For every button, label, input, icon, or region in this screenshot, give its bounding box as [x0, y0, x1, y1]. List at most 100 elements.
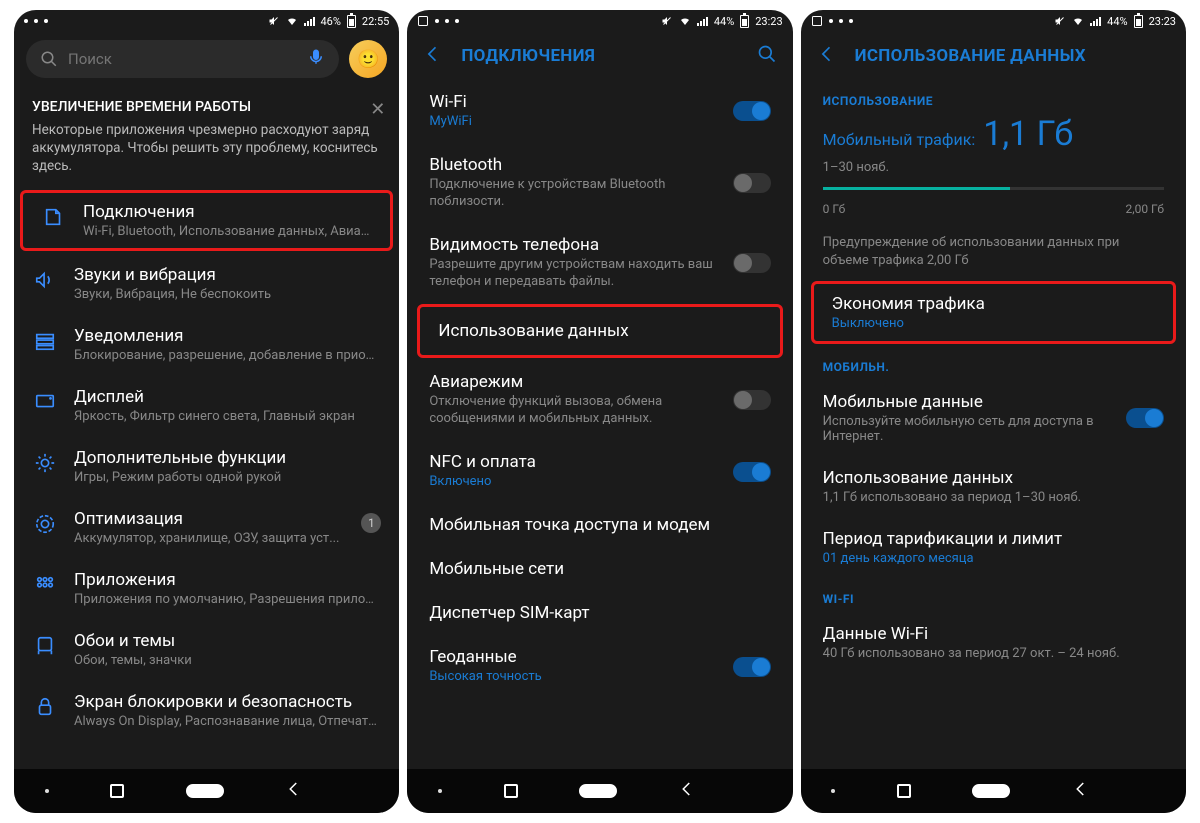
connection-row-9[interactable]: ГеоданныеВысокая точность [407, 635, 792, 698]
row-title: Оптимизация [74, 509, 345, 529]
row-subtitle: MyWiFi [429, 114, 718, 131]
row-title: Приложения [74, 570, 381, 590]
avatar[interactable]: 🙂 [349, 40, 387, 78]
settings-row-2[interactable]: УведомленияБлокирование, разрешение, доб… [14, 314, 399, 375]
row-icon [32, 267, 58, 293]
status-bar: 44% 23:23 [407, 10, 792, 32]
battery-icon [740, 15, 749, 28]
back-arrow[interactable] [423, 44, 443, 68]
back-arrow[interactable] [817, 44, 837, 68]
header: ИСПОЛЬЗОВАНИЕ ДАННЫХ [801, 32, 1186, 80]
usage-bar [801, 183, 1186, 194]
connection-row-3[interactable]: Использование данных [417, 304, 782, 358]
usage-period: 1–30 нояб. [801, 154, 1186, 183]
connections-list: Wi-FiMyWiFiBluetoothПодключение к устрой… [407, 80, 792, 769]
bar-labels: 0 Гб 2,00 Гб [801, 194, 1186, 224]
status-bar: 46% 22:55 [14, 10, 399, 32]
back-button[interactable] [285, 780, 303, 802]
connection-row-5[interactable]: NFC и оплатаВключено [407, 440, 792, 503]
toggle[interactable] [733, 462, 771, 482]
connection-row-2[interactable]: Видимость телефонаРазрешите другим устро… [407, 223, 792, 303]
row-title: Bluetooth [429, 155, 718, 175]
home-button[interactable] [972, 784, 1010, 798]
mobile-usage[interactable]: Мобильный трафик: 1,1 Гб [801, 114, 1186, 154]
row-title: Авиарежим [429, 372, 718, 392]
close-icon[interactable]: ✕ [370, 98, 385, 122]
system-nav [407, 769, 792, 813]
connection-row-1[interactable]: BluetoothПодключение к устройствам Bluet… [407, 143, 792, 223]
settings-row-3[interactable]: ДисплейЯркость, Фильтр синего света, Гла… [14, 375, 399, 436]
usage-label: Мобильный трафик: [823, 130, 976, 149]
settings-row-7[interactable]: Обои и темыОбои, темы, значки [14, 619, 399, 680]
system-nav [14, 769, 399, 813]
settings-row-6[interactable]: Приложения Приложения по умолчанию, Разре… [14, 558, 399, 619]
data-saver-row[interactable]: Экономия трафика Выключено [811, 281, 1176, 344]
signal-icon [304, 17, 315, 26]
battery-percent: 44% [714, 15, 734, 28]
battery-percent: 44% [1107, 15, 1127, 28]
home-button[interactable] [186, 784, 224, 798]
row-title: Уведомления [74, 326, 381, 346]
row-subtitle: Игры, Режим работы одной рукой [74, 470, 381, 485]
row-title: NFC и оплата [429, 452, 718, 472]
row-icon [32, 694, 58, 720]
connection-row-8[interactable]: Диспетчер SIM-карт [407, 591, 792, 635]
row-subtitle: 01 день каждого месяца [823, 551, 1164, 566]
mute-icon [661, 15, 673, 27]
row-subtitle: Разрешите другим устройствам находить ва… [429, 257, 718, 291]
row-title: Мобильные данные [823, 392, 1112, 412]
toggle[interactable] [733, 173, 771, 193]
nav-dot [438, 789, 442, 793]
connection-row-4[interactable]: АвиарежимОтключение функций вызова, обме… [407, 360, 792, 440]
row-title: Дополнительные функции [74, 448, 381, 468]
battery-tip-banner[interactable]: УВЕЛИЧЕНИЕ ВРЕМЕНИ РАБОТЫ Некоторые прил… [14, 86, 399, 188]
search-button[interactable] [757, 44, 777, 68]
row-subtitle: Подключение к устройствам Bluetooth побл… [429, 177, 718, 211]
row-title: Использование данных [438, 321, 761, 341]
row-subtitle: Аккумулятор, хранилище, ОЗУ, защита уст.… [74, 531, 345, 546]
header: ПОДКЛЮЧЕНИЯ [407, 32, 792, 80]
wifi-data-row[interactable]: Данные Wi-Fi 40 Гб использовано за перио… [801, 612, 1186, 673]
toggle[interactable] [733, 253, 771, 273]
settings-row-0[interactable]: ПодключенияWi-Fi, Bluetooth, Использован… [20, 190, 393, 251]
connection-row-7[interactable]: Мобильные сети [407, 547, 792, 591]
voice-search-button[interactable] [307, 48, 325, 70]
system-nav [801, 769, 1186, 813]
mobile-row-2[interactable]: Период тарификации и лимит 01 день каждог… [801, 517, 1186, 578]
wifi-icon [286, 15, 298, 27]
row-subtitle: Приложения по умолчанию, Разрешения прил… [74, 592, 381, 607]
page-title: ПОДКЛЮЧЕНИЯ [461, 46, 595, 66]
home-button[interactable] [579, 784, 617, 798]
recents-button[interactable] [897, 784, 911, 798]
connection-row-0[interactable]: Wi-FiMyWiFi [407, 80, 792, 143]
mute-icon [1054, 15, 1066, 27]
clock: 22:55 [362, 15, 389, 28]
back-button[interactable] [1072, 780, 1090, 802]
row-title: Экран блокировки и безопасность [74, 692, 381, 712]
toggle[interactable] [733, 657, 771, 677]
row-title: Подключения [83, 202, 372, 222]
section-mobile: МОБИЛЬН. [801, 346, 1186, 380]
badge: 1 [361, 513, 381, 533]
back-button[interactable] [678, 780, 696, 802]
toggle[interactable] [733, 390, 771, 410]
settings-row-4[interactable]: Дополнительные функции Игры, Режим работы… [14, 436, 399, 497]
recents-button[interactable] [110, 784, 124, 798]
toggle[interactable] [1126, 408, 1164, 428]
settings-row-8[interactable]: Экран блокировки и безопасностьAlways On… [14, 680, 399, 741]
settings-row-5[interactable]: Оптимизация Аккумулятор, хранилище, ОЗУ, … [14, 497, 399, 558]
search-input[interactable] [26, 40, 339, 78]
row-icon [32, 450, 58, 476]
connection-row-6[interactable]: Мобильная точка доступа и модем [407, 503, 792, 547]
page-title: ИСПОЛЬЗОВАНИЕ ДАННЫХ [855, 46, 1086, 66]
settings-row-1[interactable]: Звуки и вибрацияЗвуки, Вибрация, Не бесп… [14, 253, 399, 314]
toggle[interactable] [733, 101, 771, 121]
signal-icon [697, 17, 708, 26]
row-title: Период тарификации и лимит [823, 529, 1164, 549]
recents-button[interactable] [504, 784, 518, 798]
mobile-row-1[interactable]: Использование данных1,1 Гб использовано … [801, 456, 1186, 517]
mobile-row-0[interactable]: Мобильные данныеИспользуйте мобильную се… [801, 380, 1186, 456]
search-field[interactable] [68, 50, 297, 68]
screen-connections: 44% 23:23 ПОДКЛЮЧЕНИЯ Wi-FiMyWiFiBluetoo… [407, 10, 792, 813]
nav-dot [831, 789, 835, 793]
